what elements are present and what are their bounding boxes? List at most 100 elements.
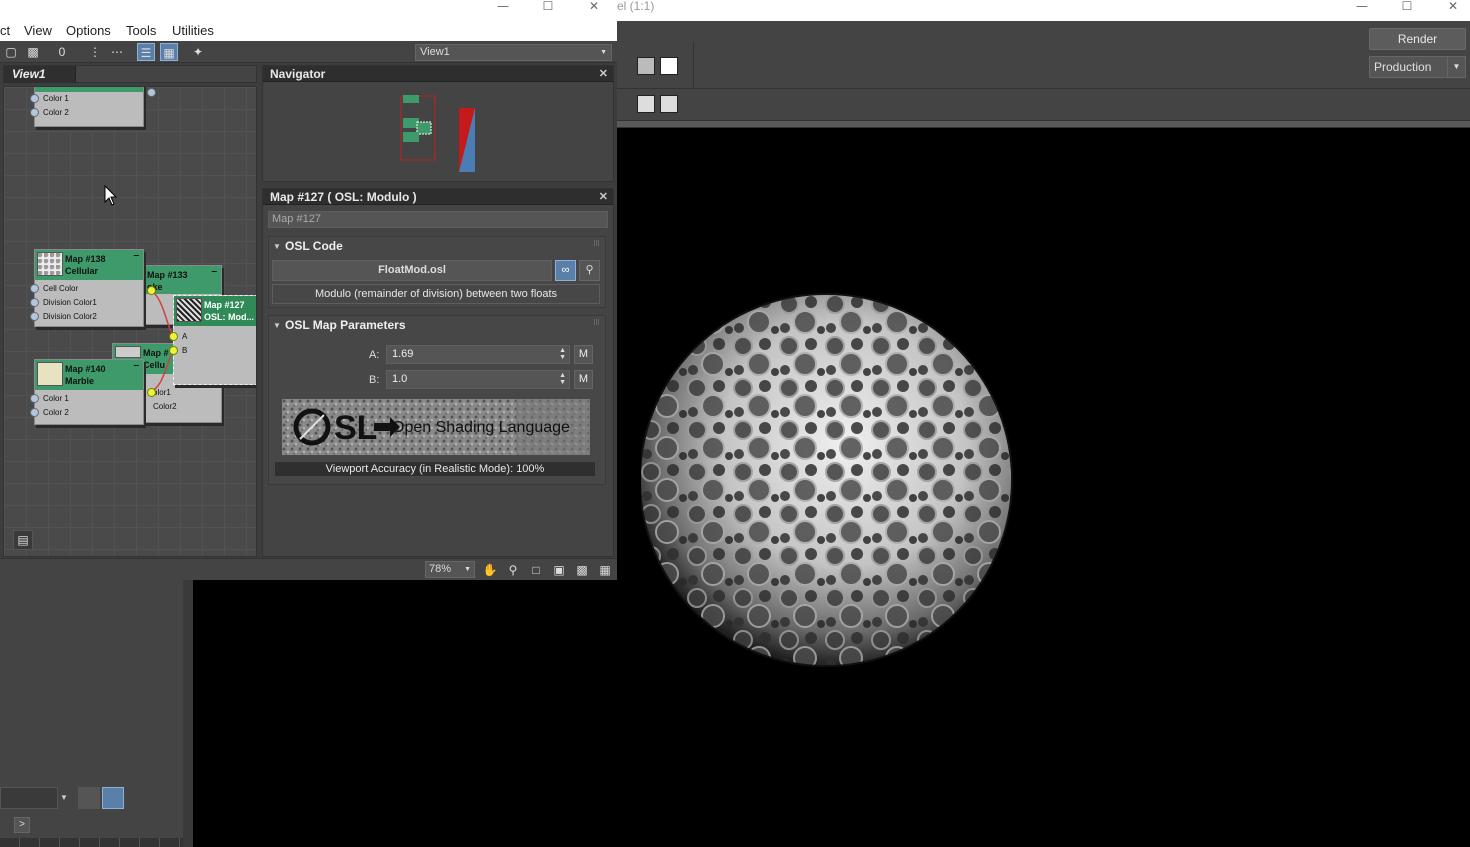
input-socket[interactable] (30, 408, 39, 417)
spinner-arrows-icon[interactable]: ▲ ▼ (559, 347, 566, 361)
view-select[interactable]: View1 ▼ (415, 44, 612, 61)
zoom-region-icon[interactable]: □ (527, 561, 545, 579)
zoom-extents-selected-icon[interactable]: ▩ (573, 561, 591, 579)
rollout-header[interactable]: ▼ OSL Map Parameters (269, 316, 605, 335)
close-icon[interactable]: ✕ (579, 0, 609, 14)
slate-material-editor: — ☐ ✕ ct View Options Tools Utilities ▢ … (0, 0, 617, 580)
close-icon[interactable]: ✕ (1438, 0, 1468, 14)
osl-logo-banner: SL Open Shading Language (282, 399, 590, 455)
map-name-field[interactable]: Map #127 (268, 211, 608, 228)
scene-explorer-panel: ▼ > (0, 580, 183, 847)
minimize-node-icon[interactable]: – (133, 250, 139, 261)
collapse-triangle-icon: ▼ (273, 321, 281, 330)
layers-icon[interactable] (78, 787, 100, 809)
panel-scrollbar[interactable] (183, 580, 193, 847)
zero-icon[interactable]: 0 (53, 43, 71, 61)
output-socket[interactable] (147, 286, 156, 295)
next-button[interactable]: > (14, 817, 30, 833)
bird-eye-view-icon[interactable]: ▤ (13, 530, 33, 550)
view-tabs: View1 (3, 65, 257, 83)
rollout-header[interactable]: ▼ OSL Code (269, 237, 605, 256)
input-socket[interactable] (30, 298, 39, 307)
render-preset-select[interactable]: Production ▼ (1369, 56, 1466, 78)
pan-hand-icon[interactable]: ✋ (481, 561, 499, 579)
hierarchy-icon[interactable] (102, 787, 124, 809)
zoom-value: 78% (429, 563, 452, 575)
spinner-arrows-icon[interactable]: ▲ ▼ (559, 372, 566, 386)
menu-options[interactable]: Options (66, 23, 111, 38)
param-a-spinner[interactable]: 1.69 ▲ ▼ (386, 345, 570, 364)
search-icon[interactable]: ⚲ (579, 260, 600, 281)
output-socket[interactable] (147, 388, 156, 397)
param-a-map-button[interactable]: M (574, 345, 593, 364)
pan-to-selected-icon[interactable]: ▦ (596, 561, 614, 579)
input-socket-b[interactable] (169, 346, 178, 355)
osl-map-parameters-rollout: ▼ OSL Map Parameters A: 1.69 ▲ ▼ M B: 1.0… (268, 315, 606, 485)
list-view-icon[interactable]: ☰ (137, 43, 155, 61)
layer-select[interactable] (0, 787, 58, 809)
link-icon[interactable]: ∞ (555, 260, 576, 281)
osl-description: Modulo (remainder of division) between t… (272, 284, 600, 304)
node-header: Map #127 OSL: Mod... (174, 296, 256, 326)
view-select-value: View1 (420, 46, 450, 58)
render-setup-icon[interactable] (637, 57, 655, 75)
select-tool-icon[interactable]: ▢ (2, 43, 20, 61)
mouse-cursor-icon (104, 185, 118, 206)
input-socket[interactable] (30, 394, 39, 403)
input-socket[interactable] (30, 312, 39, 321)
checker-icon[interactable]: ▩ (24, 43, 42, 61)
param-b-map-button[interactable]: M (574, 370, 593, 389)
node-subtitle: Cellular (65, 266, 99, 276)
menu-utilities[interactable]: Utilities (172, 23, 214, 38)
render-button[interactable]: Render (1369, 28, 1466, 50)
navigator-header: Navigator ✕ (263, 66, 613, 82)
node-title: Map #138 (65, 254, 106, 264)
minimize-icon[interactable]: — (1347, 0, 1377, 14)
maximize-icon[interactable]: ☐ (1392, 0, 1422, 14)
menu-select[interactable]: ct (0, 23, 10, 38)
node-header: Map #140 Marble – (35, 360, 143, 390)
material-node-map127[interactable]: Map #127 OSL: Mod... A B (169, 295, 256, 385)
material-node-map138[interactable]: Map #138 Cellular – Cell Color Division … (30, 249, 156, 327)
environment-icon[interactable] (660, 57, 678, 75)
menu-view[interactable]: View (24, 23, 52, 38)
grid-view-icon[interactable]: ▦ (160, 43, 178, 61)
zoom-extents-icon[interactable]: ▣ (550, 561, 568, 579)
render-window-title: el (1:1) (617, 0, 655, 13)
layout-vertical-icon[interactable]: ⋮ (86, 43, 104, 61)
input-socket-a[interactable] (169, 332, 178, 341)
menu-tools[interactable]: Tools (126, 23, 156, 38)
navigator-minimap[interactable] (393, 90, 483, 176)
node-slot: Cell Color (43, 284, 79, 293)
node-view-canvas[interactable]: Color 1 Color 2 Map #133 oke – Map # Cel… (3, 86, 257, 557)
tab-view1[interactable]: View1 (4, 66, 76, 83)
node-subtitle: OSL: Mod... (204, 312, 254, 322)
rendered-sphere (641, 293, 1013, 667)
max-main-ui: ▼ > (0, 580, 617, 847)
input-socket[interactable] (30, 284, 39, 293)
node-thumbnail (37, 362, 63, 386)
material-node-map140[interactable]: Map #140 Marble – Color 1 Color 2 (30, 359, 156, 425)
pick-material-icon[interactable]: ✦ (189, 43, 207, 61)
node-thumbnail (176, 298, 202, 322)
time-ruler[interactable] (0, 838, 183, 847)
minimize-icon[interactable]: — (488, 0, 518, 14)
param-b-value: 1.0 (392, 373, 408, 385)
collapse-triangle-icon: ▼ (273, 242, 281, 251)
minimize-node-icon[interactable]: – (133, 360, 139, 371)
copy-image-icon[interactable] (660, 95, 678, 113)
close-icon[interactable]: ✕ (599, 66, 608, 82)
chevron-down-icon: ▼ (464, 566, 471, 573)
param-b-spinner[interactable]: 1.0 ▲ ▼ (386, 370, 570, 389)
close-icon[interactable]: ✕ (599, 189, 608, 205)
save-image-icon[interactable] (637, 95, 655, 113)
zoom-icon[interactable]: ⚲ (504, 561, 522, 579)
layout-horizontal-icon[interactable]: ⋯ (108, 43, 126, 61)
zoom-select[interactable]: 78% ▼ (425, 561, 475, 578)
menu-bar: ct View Options Tools Utilities (0, 21, 617, 41)
viewport-accuracy-bar[interactable]: Viewport Accuracy (in Realistic Mode): 1… (275, 462, 595, 476)
maximize-icon[interactable]: ☐ (533, 0, 563, 14)
slate-titlebar: — ☐ ✕ (0, 0, 617, 21)
chevron-down-icon[interactable]: ▼ (60, 787, 70, 809)
osl-file-button[interactable]: FloatMod.osl (272, 260, 552, 281)
